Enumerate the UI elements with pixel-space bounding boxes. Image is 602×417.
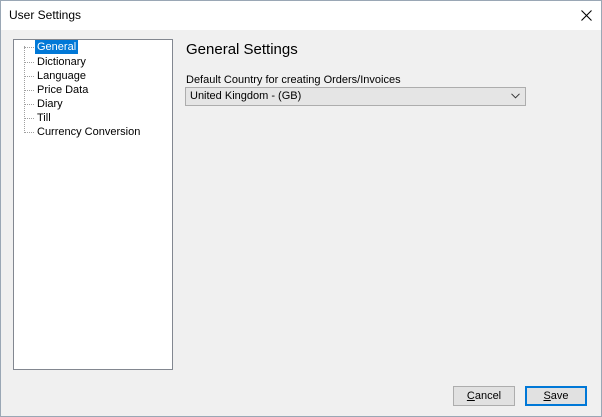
tree-item-label: Currency Conversion xyxy=(37,126,141,138)
title-bar: User Settings xyxy=(1,1,601,30)
tree-item-price-data[interactable]: Price Data xyxy=(14,83,164,97)
tree-branch-line xyxy=(24,118,34,119)
tree-branch-line xyxy=(24,76,34,77)
tree-item-label: Dictionary xyxy=(37,56,86,68)
tree-branch-line xyxy=(24,62,34,63)
tree-branch-line xyxy=(24,47,34,48)
window-title: User Settings xyxy=(9,8,82,22)
settings-category-tree[interactable]: General Dictionary Language Price Data D… xyxy=(13,39,173,370)
tree-item-label: Price Data xyxy=(37,84,89,96)
save-button-label: Save xyxy=(543,390,569,402)
save-button[interactable]: Save xyxy=(525,386,587,406)
section-title: General Settings xyxy=(186,41,298,58)
tree-item-language[interactable]: Language xyxy=(14,69,164,83)
tree-branch-line xyxy=(24,90,34,91)
tree-item-till[interactable]: Till xyxy=(14,111,164,125)
tree-branch-line xyxy=(24,104,34,105)
default-country-label: Default Country for creating Orders/Invo… xyxy=(186,74,401,86)
tree-item-label: Language xyxy=(37,70,86,82)
chevron-down-icon xyxy=(511,93,520,99)
user-settings-dialog: User Settings General Dictionary Languag… xyxy=(0,0,602,417)
tree-item-general[interactable]: General xyxy=(14,40,164,54)
tree-item-label: Diary xyxy=(37,98,63,110)
tree-item-label: General xyxy=(35,40,79,54)
tree-item-currency-conversion[interactable]: Currency Conversion xyxy=(14,125,164,139)
tree-item-dictionary[interactable]: Dictionary xyxy=(14,55,164,69)
tree-branch-line xyxy=(24,132,34,133)
tree-item-label: Till xyxy=(37,112,51,124)
default-country-select[interactable]: United Kingdom - (GB) xyxy=(185,87,526,106)
cancel-button-label: Cancel xyxy=(466,390,502,402)
default-country-value: United Kingdom - (GB) xyxy=(190,90,302,102)
close-button[interactable] xyxy=(571,1,601,30)
tree-item-diary[interactable]: Diary xyxy=(14,97,164,111)
close-icon xyxy=(581,10,592,21)
cancel-button[interactable]: Cancel xyxy=(453,386,515,406)
